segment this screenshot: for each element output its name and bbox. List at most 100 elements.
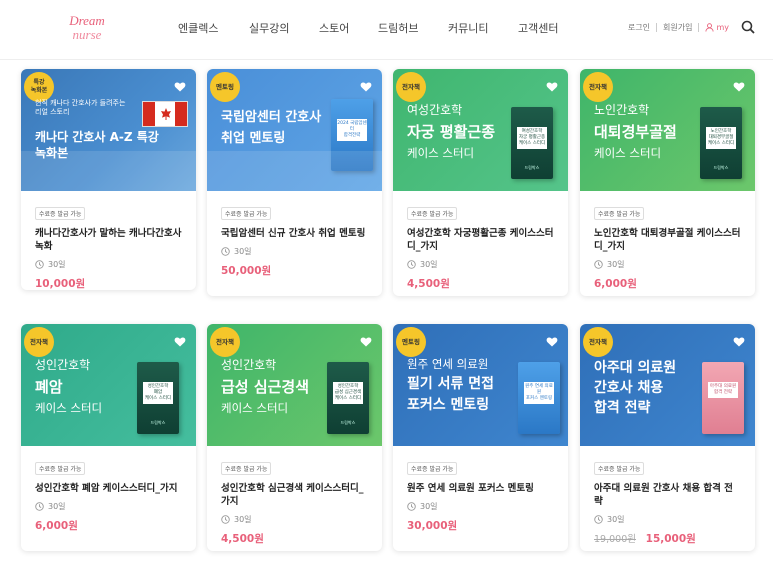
- nav-community[interactable]: 커뮤니티: [448, 20, 518, 36]
- nav-practice-lectures[interactable]: 실무강의: [249, 20, 319, 36]
- heart-icon[interactable]: [360, 336, 372, 348]
- login-link[interactable]: 로그인: [628, 22, 650, 33]
- ebook-cover: 성인간호학 급성 심근경색 케이스 스터디 드림박스: [327, 362, 369, 434]
- thumb-subject: 노인간호학: [594, 103, 650, 117]
- signup-link[interactable]: 회원가입: [663, 22, 692, 33]
- book-label: 성인간호학 급성 심근경색 케이스 스터디: [333, 382, 363, 404]
- product-name[interactable]: 성인간호학 폐암 케이스스터디_가지: [35, 482, 182, 495]
- thumb-title: 폐암: [35, 378, 63, 396]
- heart-icon[interactable]: [174, 81, 186, 93]
- product-card[interactable]: 전자책 성인간호학 폐암 케이스 스터디 성인간호학 폐암 케이스 스터디 드림…: [21, 324, 196, 551]
- certificate-tag: 수료증 발급 가능: [594, 207, 645, 220]
- certificate-tag: 수료증 발급 가능: [407, 462, 458, 475]
- product-name[interactable]: 여성간호학 자궁평활근종 케이스스터디_가지: [407, 227, 554, 253]
- product-card[interactable]: 멘토링 국립암센터 간호사 취업 멘토링 2024 국립암센터 합격전략 수료증…: [207, 69, 382, 296]
- ebook-cover: 성인간호학 폐암 케이스 스터디 드림박스: [137, 362, 179, 434]
- heart-icon[interactable]: [733, 336, 745, 348]
- thumb-case-study: 케이스 스터디: [407, 146, 475, 160]
- thumb-subject: 원주 연세 의료원: [407, 357, 489, 371]
- badge-mentoring: 멘토링: [210, 72, 240, 102]
- product-name[interactable]: 성인간호학 심근경색 케이스스터디_가지: [221, 482, 368, 508]
- duration-value: 30일: [48, 260, 66, 269]
- duration-value: 30일: [420, 260, 438, 269]
- thumb-case-study: 케이스 스터디: [221, 401, 289, 415]
- ebook-cover: 여성간호학 자궁 평활근종 케이스 스터디 드림박스: [511, 107, 553, 179]
- nav-store[interactable]: 스토어: [319, 20, 378, 36]
- product-thumbnail: 전자책 여성간호학 자궁 평활근종 케이스 스터디 여성간호학 자궁 평활근종 …: [393, 69, 568, 191]
- product-card[interactable]: 전자책 여성간호학 자궁 평활근종 케이스 스터디 여성간호학 자궁 평활근종 …: [393, 69, 568, 296]
- badge-ebook: 전자책: [24, 327, 54, 357]
- product-thumbnail: 멘토링 원주 연세 의료원 필기 서류 면접 포커스 멘토링 원주 연세 의료원…: [393, 324, 568, 446]
- duration: 30일: [594, 259, 741, 270]
- duration-value: 30일: [607, 515, 625, 524]
- price: 6,000원: [594, 278, 637, 290]
- certificate-tag: 수료증 발급 가능: [221, 462, 272, 475]
- product-info: 수료증 발급 가능 여성간호학 자궁평활근종 케이스스터디_가지 30일 4,5…: [393, 191, 568, 291]
- book-publisher: 드림박스: [340, 420, 356, 425]
- product-name[interactable]: 캐나다간호사가 말하는 캐나다간호사 녹화: [35, 227, 182, 253]
- my-label: my: [716, 22, 729, 32]
- clock-icon: [221, 515, 230, 524]
- clock-icon: [407, 502, 416, 511]
- certificate-tag: 수료증 발급 가능: [35, 207, 86, 220]
- heart-icon[interactable]: [174, 336, 186, 348]
- main-nav: 엔클렉스 실무강의 스토어 드림허브 커뮤니티 고객센터: [178, 20, 558, 36]
- certificate-tag: 수료증 발급 가능: [221, 207, 272, 220]
- my-page-link[interactable]: my: [705, 23, 729, 32]
- book-label: 노인간호학 대퇴경부골절 케이스 스터디: [706, 127, 736, 149]
- dream-nurse-logo[interactable]: Dream nurse: [56, 14, 118, 42]
- heart-icon[interactable]: [546, 81, 558, 93]
- clock-icon: [594, 260, 603, 269]
- product-name[interactable]: 아주대 의료원 간호사 채용 합격 전략: [594, 482, 741, 508]
- price: 6,000원: [35, 520, 78, 532]
- thumb-case-study: 케이스 스터디: [594, 146, 662, 160]
- ebook-cover: 원주 연세 의료원 포커스 멘토링: [518, 362, 560, 434]
- product-thumbnail: 멘토링 국립암센터 간호사 취업 멘토링 2024 국립암센터 합격전략: [207, 69, 382, 191]
- duration: 30일: [221, 246, 368, 257]
- badge-ebook: 전자책: [583, 327, 613, 357]
- heart-icon[interactable]: [733, 81, 745, 93]
- price: 19,000원 15,000원: [594, 531, 741, 546]
- product-name[interactable]: 국립암센터 신규 간호사 취업 멘토링: [221, 227, 368, 240]
- thumb-subject: 성인간호학: [35, 358, 91, 372]
- utility-links: 로그인 회원가입 my: [628, 20, 755, 34]
- product-card[interactable]: 전자책 아주대 의료원 간호사 채용 합격 전략 아주대 의료원 합격 전략 수…: [580, 324, 755, 551]
- badge-lecture-recording: 특강 녹화본: [24, 72, 54, 102]
- thumb-case-study: 케이스 스터디: [35, 401, 103, 415]
- original-price: 19,000원: [594, 534, 636, 545]
- product-thumbnail: 전자책 아주대 의료원 간호사 채용 합격 전략 아주대 의료원 합격 전략: [580, 324, 755, 446]
- certificate-tag: 수료증 발급 가능: [594, 462, 645, 475]
- thumb-title: 국립암센터 간호사 취업 멘토링: [221, 110, 322, 146]
- duration-value: 30일: [607, 260, 625, 269]
- logo-line2: nurse: [72, 27, 102, 42]
- price: 10,000원: [35, 278, 86, 290]
- book-label: 원주 연세 의료원 포커스 멘토링: [524, 382, 554, 404]
- logo-line1: Dream: [69, 13, 105, 28]
- clock-icon: [221, 247, 230, 256]
- product-thumbnail: 전자책 성인간호학 급성 심근경색 케이스 스터디 성인간호학 급성 심근경색 …: [207, 324, 382, 446]
- book-label: 여성간호학 자궁 평활근종 케이스 스터디: [517, 127, 547, 149]
- price: 50,000원: [221, 265, 272, 277]
- divider: [656, 22, 658, 32]
- product-card[interactable]: 전자책 성인간호학 급성 심근경색 케이스 스터디 성인간호학 급성 심근경색 …: [207, 324, 382, 551]
- product-info: 수료증 발급 가능 국립암센터 신규 간호사 취업 멘토링 30일 50,000…: [207, 191, 382, 278]
- duration: 30일: [35, 259, 182, 270]
- product-card[interactable]: 멘토링 원주 연세 의료원 필기 서류 면접 포커스 멘토링 원주 연세 의료원…: [393, 324, 568, 551]
- thumb-title: 대퇴경부골절: [594, 123, 677, 141]
- search-icon[interactable]: [741, 20, 755, 34]
- product-name[interactable]: 원주 연세 의료원 포커스 멘토링: [407, 482, 554, 495]
- heart-icon[interactable]: [360, 81, 372, 93]
- nav-customer-center[interactable]: 고객센터: [518, 20, 558, 36]
- thumb-title: 아주대 의료원 간호사 채용 합격 전략: [594, 360, 677, 416]
- product-card[interactable]: 전자책 노인간호학 대퇴경부골절 케이스 스터디 노인간호학 대퇴경부골절 케이…: [580, 69, 755, 296]
- heart-icon[interactable]: [546, 336, 558, 348]
- duration: 30일: [407, 259, 554, 270]
- nav-dream-hub[interactable]: 드림허브: [378, 20, 448, 36]
- product-card[interactable]: 특강 녹화본 현직 캐나다 간호사가 들려주는 리얼 스토리 캐나다 간호사 A…: [21, 69, 196, 290]
- thumb-title: 급성 심근경색: [221, 378, 310, 396]
- product-info: 수료증 발급 가능 원주 연세 의료원 포커스 멘토링 30일 30,000원: [393, 446, 568, 533]
- clock-icon: [35, 260, 44, 269]
- nav-nclex[interactable]: 엔클렉스: [178, 20, 249, 36]
- product-name[interactable]: 노인간호학 대퇴경부골절 케이스스터디_가지: [594, 227, 741, 253]
- duration-value: 30일: [234, 515, 252, 524]
